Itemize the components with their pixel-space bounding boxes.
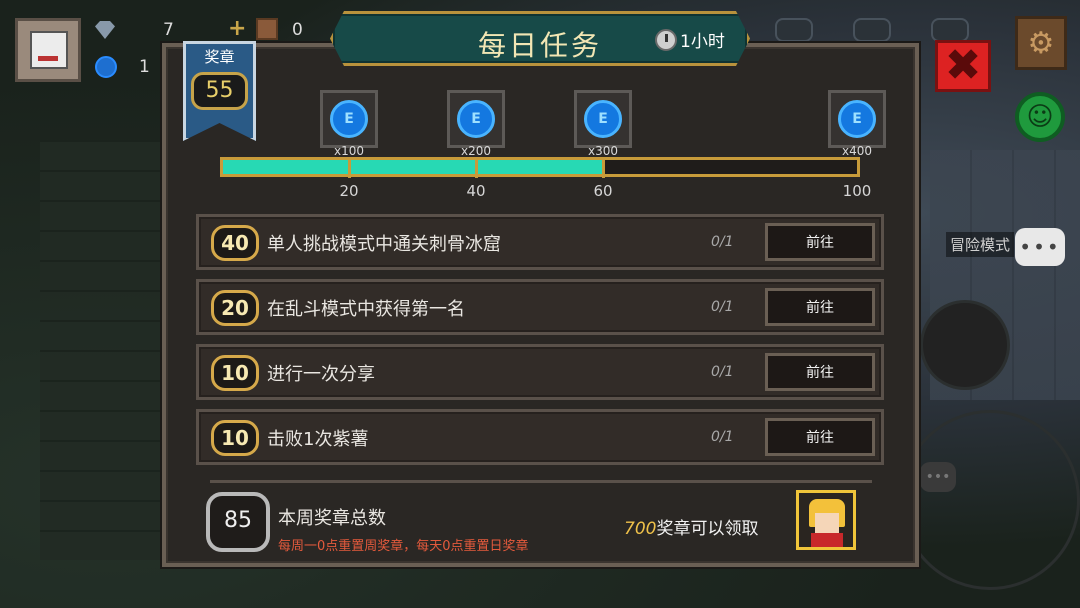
- claim-info: 700奖章可以领取: [624, 514, 758, 539]
- clock-icon: [655, 28, 677, 51]
- weekly-medal-badge: 85: [206, 492, 270, 552]
- background-joystick-ring: [900, 410, 1080, 590]
- add-gems-button[interactable]: +: [228, 16, 246, 41]
- reward-quantity: x200: [460, 144, 491, 158]
- go-button[interactable]: 前往: [765, 353, 875, 391]
- task-row: 20 在乱斗模式中获得第一名 0/1 前往: [196, 279, 884, 335]
- weekly-medal-title: 本周奖章总数: [278, 508, 386, 529]
- coin-count: 1: [139, 57, 150, 77]
- medal-count: 55: [191, 72, 248, 110]
- reward-quantity: x300: [587, 144, 618, 158]
- task-name: 进行一次分享: [267, 364, 375, 385]
- reward-chest-2[interactable]: E x200: [447, 90, 505, 158]
- progress-tick: [475, 158, 478, 178]
- gear-icon: ⚙: [1027, 25, 1055, 61]
- coin-counter: 1: [95, 56, 150, 78]
- reward-box: E: [320, 90, 378, 148]
- reward-chest-3[interactable]: E x300: [574, 90, 632, 158]
- blue-coin-icon: E: [457, 100, 495, 138]
- chat-bubble-button[interactable]: •••: [1015, 228, 1065, 266]
- blue-coin-icon: E: [838, 100, 876, 138]
- claim-number: 700: [624, 519, 657, 539]
- settings-button[interactable]: ⚙: [1015, 16, 1067, 70]
- hud-top-icons: [775, 18, 969, 42]
- task-points-badge: 40: [211, 225, 259, 261]
- chest-icon: [256, 18, 278, 40]
- emote-dots-icon: •••: [925, 469, 951, 485]
- helmet-icon[interactable]: [775, 18, 813, 42]
- emote-button[interactable]: •••: [920, 462, 956, 492]
- reward-box: E: [574, 90, 632, 148]
- character-face: [815, 513, 839, 533]
- gem-count: 7: [163, 20, 174, 40]
- medal-label: 奖章: [204, 48, 235, 66]
- background-portal: [920, 300, 1010, 390]
- chat-dots-icon: •••: [1019, 235, 1061, 259]
- progress-tick: [348, 158, 351, 178]
- chest-counter: 0: [292, 20, 303, 40]
- background-floor-tiles: [40, 140, 170, 560]
- task-row: 10 进行一次分享 0/1 前往: [196, 344, 884, 400]
- task-points-badge: 10: [211, 355, 259, 391]
- mail-icon[interactable]: [931, 18, 969, 42]
- smile-icon: ☺: [1026, 102, 1054, 132]
- tick-label-100: 100: [842, 182, 872, 200]
- reward-chest-4[interactable]: E x400: [828, 90, 886, 158]
- tick-label-40: 40: [466, 182, 486, 200]
- coin-icon: [95, 56, 117, 78]
- blue-coin-icon: E: [330, 100, 368, 138]
- task-points-badge: 20: [211, 290, 259, 326]
- refresh-timer: 1小时: [655, 27, 725, 52]
- task-points-badge: 10: [211, 420, 259, 456]
- avatar-face-icon: [30, 31, 68, 69]
- task-progress: 0/1: [711, 364, 734, 380]
- go-button[interactable]: 前往: [765, 418, 875, 456]
- go-button[interactable]: 前往: [765, 223, 875, 261]
- blue-coin-icon: E: [584, 100, 622, 138]
- task-name: 在乱斗模式中获得第一名: [267, 299, 465, 320]
- close-icon: ✖: [944, 40, 982, 91]
- footer-divider: [210, 480, 872, 483]
- chat-toggle-button[interactable]: ☺: [1015, 92, 1065, 142]
- reward-quantity: x100: [333, 144, 364, 158]
- progress-fill: [223, 160, 604, 174]
- gem-icon: [95, 21, 115, 39]
- task-row: 10 击败1次紫薯 0/1 前往: [196, 409, 884, 465]
- go-button[interactable]: 前往: [765, 288, 875, 326]
- reward-box: E: [447, 90, 505, 148]
- gem-counter: 7: [95, 20, 174, 40]
- task-progress: 0/1: [711, 299, 734, 315]
- task-name: 单人挑战模式中通关刺骨冰窟: [267, 234, 501, 255]
- player-avatar[interactable]: [15, 18, 81, 82]
- reset-note: 每周一0点重置周奖章，每天0点重置日奖章: [278, 539, 529, 554]
- close-button[interactable]: ✖: [935, 40, 991, 92]
- claim-character-reward[interactable]: [796, 490, 856, 550]
- reward-box: E: [828, 90, 886, 148]
- tick-label-60: 60: [593, 182, 613, 200]
- claim-label: 奖章可以领取: [656, 519, 759, 539]
- timer-text: 1小时: [680, 32, 725, 52]
- task-progress: 0/1: [711, 234, 734, 250]
- progress-tick: [602, 158, 605, 178]
- task-name: 击败1次紫薯: [267, 429, 369, 450]
- reward-quantity: x400: [841, 144, 872, 158]
- mode-label: 冒险模式: [946, 232, 1015, 257]
- character-body: [811, 533, 843, 547]
- task-progress: 0/1: [711, 429, 734, 445]
- task-row: 40 单人挑战模式中通关刺骨冰窟 0/1 前往: [196, 214, 884, 270]
- tick-label-20: 20: [339, 182, 359, 200]
- list-icon[interactable]: [853, 18, 891, 42]
- medal-progress-bar: [220, 157, 860, 178]
- reward-chest-1[interactable]: E x100: [320, 90, 378, 158]
- chest-count: 0: [292, 20, 303, 40]
